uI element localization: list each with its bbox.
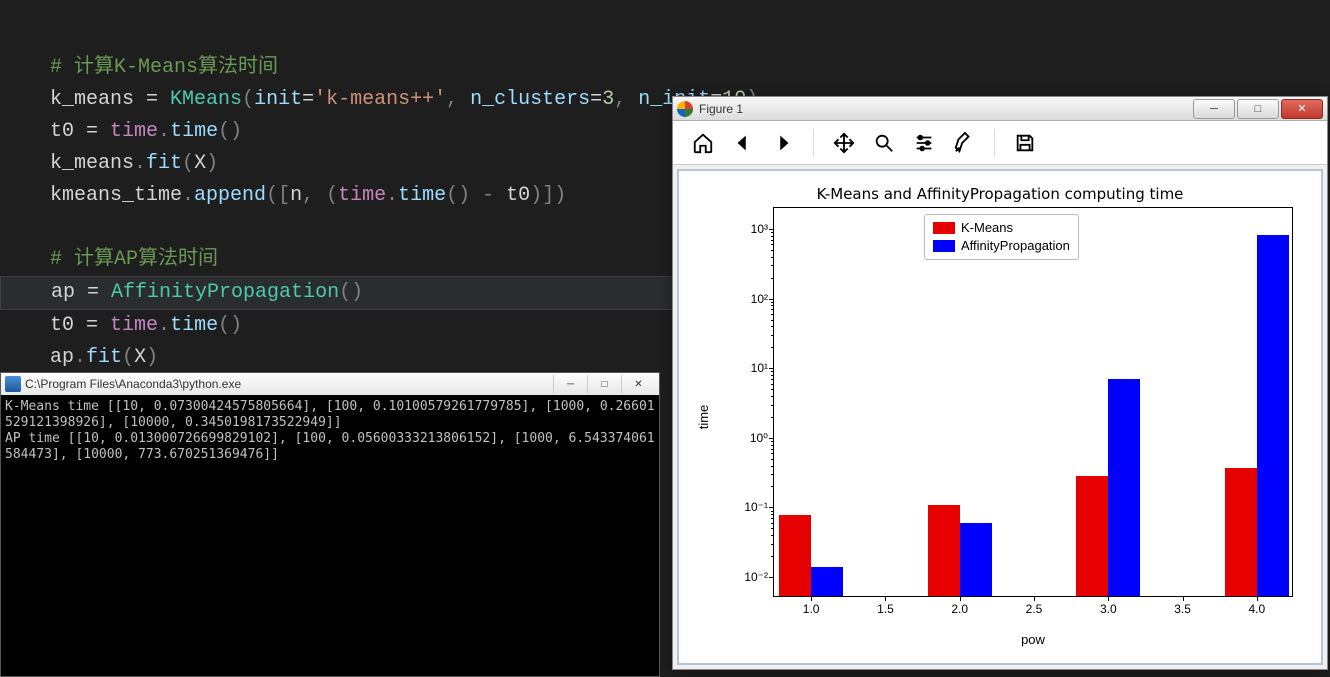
code-line: kmeans_time.append([n, (time.time() - t0…	[50, 184, 566, 207]
legend-entry: K-Means	[933, 219, 1070, 237]
configure-icon[interactable]	[904, 123, 944, 163]
bar	[811, 567, 843, 596]
code-line-highlighted: ap = AffinityPropagation()	[0, 276, 680, 310]
forward-icon[interactable]	[763, 123, 803, 163]
legend-entry: AffinityPropagation	[933, 237, 1070, 255]
bar	[779, 515, 811, 596]
save-icon[interactable]	[1005, 123, 1045, 163]
minimize-button[interactable]: ─	[553, 375, 587, 393]
pan-icon[interactable]	[824, 123, 864, 163]
back-icon[interactable]	[723, 123, 763, 163]
x-axis-label: pow	[773, 632, 1293, 647]
maximize-button[interactable]: □	[587, 375, 621, 393]
console-titlebar[interactable]: C:\Program Files\Anaconda3\python.exe ─ …	[1, 373, 659, 395]
legend: K-Means AffinityPropagation	[924, 214, 1079, 260]
code-line: ap.fit(X)	[50, 346, 158, 369]
toolbar-separator	[813, 129, 814, 157]
code-line: k_means = KMeans(init='k-means++', n_clu…	[50, 88, 758, 111]
code-line: k_means.fit(X)	[50, 152, 218, 175]
code-line: t0 = time.time()	[50, 314, 242, 337]
bar	[1257, 235, 1289, 596]
edit-icon[interactable]	[944, 123, 984, 163]
bar	[1076, 476, 1108, 596]
plot-title: K-Means and AffinityPropagation computin…	[679, 185, 1321, 203]
figure-titlebar[interactable]: Figure 1 ─ □ ✕	[673, 97, 1327, 121]
bar	[1225, 468, 1257, 596]
maximize-button[interactable]: □	[1237, 99, 1279, 119]
figure-window: Figure 1 ─ □ ✕ K-Means and AffinityPropa…	[672, 96, 1328, 670]
console-title: C:\Program Files\Anaconda3\python.exe	[25, 377, 241, 391]
bar	[960, 523, 992, 596]
code-line: t0 = time.time()	[50, 120, 242, 143]
window-controls: ─ □ ✕	[553, 375, 655, 393]
toolbar-separator	[994, 129, 995, 157]
zoom-icon[interactable]	[864, 123, 904, 163]
code-comment: # 计算K-Means算法时间	[50, 56, 278, 79]
figure-canvas[interactable]: K-Means and AffinityPropagation computin…	[677, 169, 1323, 665]
python-icon	[5, 376, 21, 392]
minimize-button[interactable]: ─	[1193, 99, 1235, 119]
bar	[1108, 379, 1140, 596]
figure-toolbar	[673, 121, 1327, 165]
console-window: C:\Program Files\Anaconda3\python.exe ─ …	[0, 372, 660, 677]
home-icon[interactable]	[683, 123, 723, 163]
code-comment: # 计算AP算法时间	[50, 248, 218, 271]
plot-area: K-Means AffinityPropagation 10⁻²10⁻¹10⁰1…	[773, 207, 1293, 597]
y-axis-label: time	[696, 405, 711, 430]
console-output[interactable]: K-Means time [[10, 0.07300424575805664],…	[1, 395, 659, 676]
close-button[interactable]: ✕	[1281, 99, 1323, 119]
bar	[928, 505, 960, 596]
close-button[interactable]: ✕	[621, 375, 655, 393]
matplotlib-icon	[677, 101, 693, 117]
figure-title: Figure 1	[699, 102, 743, 116]
